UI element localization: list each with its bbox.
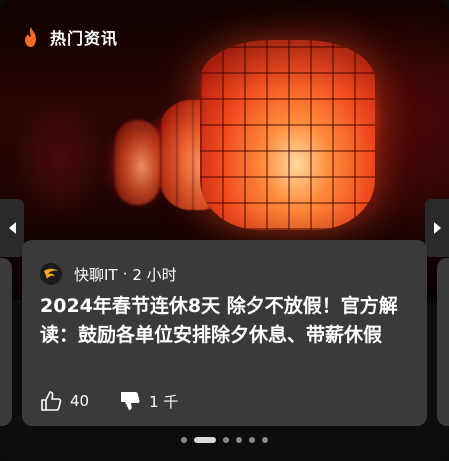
news-card[interactable]: 快聊IT · 2 小时 2024年春节连休8天 除夕不放假！官方解读：鼓励各单位… xyxy=(22,240,427,426)
previous-button[interactable] xyxy=(0,199,24,257)
thumbs-up-icon xyxy=(41,391,62,411)
next-button[interactable] xyxy=(425,199,449,257)
carousel-dot[interactable] xyxy=(262,437,268,443)
thumbs-down-icon xyxy=(121,392,140,410)
previous-card-peek[interactable] xyxy=(0,258,12,426)
carousel-dot[interactable] xyxy=(181,437,187,443)
source-row: 快聊IT · 2 小时 xyxy=(40,262,177,286)
next-card-peek[interactable] xyxy=(437,258,449,426)
dislike-count: 1 千 xyxy=(149,392,179,411)
carousel-dot[interactable] xyxy=(249,437,255,443)
published-time: 2 小时 xyxy=(132,265,177,284)
flame-icon xyxy=(25,27,36,47)
carousel-dots xyxy=(0,434,449,446)
like-count: 40 xyxy=(70,392,90,410)
carousel-dot[interactable] xyxy=(236,437,242,443)
source-name[interactable]: 快聊IT xyxy=(74,264,118,285)
meta-separator: · xyxy=(122,265,128,283)
widget-header: 热门资讯 xyxy=(22,25,118,49)
reactions-row: 40 1 千 xyxy=(40,388,178,414)
carousel-dot[interactable] xyxy=(223,437,229,443)
chevron-left-icon xyxy=(8,222,16,234)
news-widget: 热门资讯 快聊IT · 2 小时 2024年春节连休8天 除夕不放假！官方解读：… xyxy=(0,0,449,461)
source-meta: 快聊IT · 2 小时 xyxy=(74,264,177,285)
widget-title: 热门资讯 xyxy=(50,29,119,48)
like-button[interactable]: 40 xyxy=(40,390,89,412)
chevron-right-icon xyxy=(433,222,441,234)
source-logo-icon xyxy=(40,263,62,285)
article-headline[interactable]: 2024年春节连休8天 除夕不放假！官方解读：鼓励各单位安排除夕休息、带薪休假 xyxy=(40,292,410,350)
dislike-button[interactable]: 1 千 xyxy=(119,390,178,412)
carousel-dot-active[interactable] xyxy=(194,437,216,443)
